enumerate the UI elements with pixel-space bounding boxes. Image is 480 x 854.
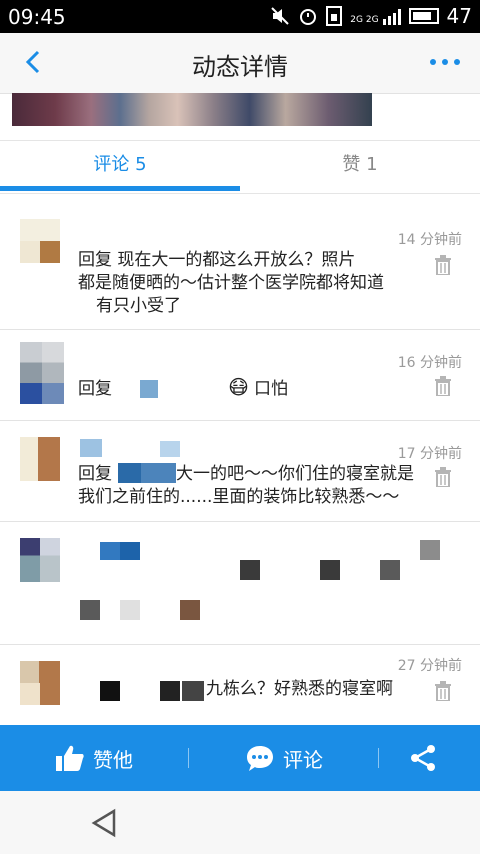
comment-line: 回复	[78, 464, 112, 484]
divider	[378, 748, 379, 768]
battery-icon	[408, 8, 439, 24]
thumbs-up-icon	[56, 745, 84, 771]
blurred-content	[182, 681, 204, 701]
like-label: 赞他	[93, 747, 133, 772]
comment-line: 都是随便晒的～估计整个医学院都将知道	[78, 273, 384, 293]
comment-line: 我们之前住的......里面的装饰比较熟悉～～	[78, 487, 400, 507]
page-title: 动态详情	[192, 53, 288, 81]
action-bar: 赞他 评论	[0, 725, 480, 791]
mute-icon	[271, 7, 289, 25]
blurred-content	[80, 600, 100, 620]
comment-time: 27 分钟前	[397, 658, 462, 674]
avatar[interactable]	[20, 437, 60, 481]
battery-level: 47	[446, 4, 472, 28]
top-app-bar: 动态详情	[0, 33, 480, 94]
comment-item[interactable]	[0, 522, 480, 645]
status-bar: 09:45 2G 2G 47	[0, 0, 480, 33]
delete-icon[interactable]	[434, 255, 452, 275]
comment-text: 回复 😷 口怕	[78, 375, 428, 401]
status-icons: 2G 2G 47	[270, 4, 472, 28]
comment-text: 回复 现在大一的都这么开放么？照片 都是随便晒的～估计整个医学院都将知道 有只小…	[78, 249, 428, 318]
blurred-content	[380, 560, 400, 580]
speech-bubble-icon	[247, 746, 273, 771]
tab-likes[interactable]: 赞 1	[240, 141, 480, 193]
comment-time: 14 分钟前	[397, 232, 462, 248]
blurred-content	[240, 560, 260, 580]
comment-label: 评论	[283, 747, 323, 772]
like-button[interactable]: 赞他	[55, 725, 133, 791]
blurred-name	[100, 542, 140, 560]
blurred-content	[160, 681, 180, 701]
share-button[interactable]	[408, 725, 438, 791]
comment-text: 九栋么？好熟悉的寝室啊	[206, 678, 426, 701]
comment-time: 17 分钟前	[397, 446, 462, 462]
blurred-content	[180, 600, 200, 620]
avatar[interactable]	[20, 342, 64, 404]
tab-indicator	[0, 186, 240, 191]
delete-icon[interactable]	[434, 376, 452, 396]
comment-line: 口怕	[254, 379, 288, 399]
sim-icon	[326, 6, 343, 26]
comment-item[interactable]: 27 分钟前 九栋么？好熟悉的寝室啊	[0, 645, 480, 725]
comment-line: 回复	[78, 379, 112, 399]
delete-icon[interactable]	[434, 681, 452, 701]
system-nav-bar	[0, 791, 480, 854]
blurred-content	[120, 600, 140, 620]
blurred-mention	[118, 463, 176, 483]
avatar[interactable]	[20, 538, 60, 582]
comment-time: 16 分钟前	[397, 355, 462, 371]
comment-item[interactable]: 17 分钟前 回复 大一的吧～～你们住的寝室就是 我们之前住的......里面的…	[0, 421, 480, 522]
more-options-icon[interactable]	[430, 59, 460, 65]
blurred-content	[320, 560, 340, 580]
alarm-icon	[300, 9, 317, 25]
comment-text: 回复 大一的吧～～你们住的寝室就是 我们之前住的......里面的装饰比较熟悉～…	[78, 463, 428, 509]
blurred-content	[420, 540, 440, 560]
divider	[188, 748, 189, 768]
post-photo[interactable]	[12, 93, 372, 126]
avatar[interactable]	[20, 661, 60, 705]
signal-icon: 2G 2G	[350, 7, 401, 25]
comment-item[interactable]: 16 分钟前 回复 😷 口怕	[0, 330, 480, 421]
comment-line: 有只小受了	[96, 296, 181, 316]
blurred-name	[160, 441, 180, 457]
nav-back-icon[interactable]	[90, 808, 118, 838]
comment-button[interactable]: 评论	[245, 725, 323, 791]
signal-label: 2G 2G	[350, 15, 379, 25]
avatar[interactable]	[20, 219, 60, 263]
comment-line: 回复 现在大一的都这么开放么？照片	[78, 250, 356, 270]
mask-emoji-icon: 😷	[228, 375, 249, 399]
delete-icon[interactable]	[434, 467, 452, 487]
blurred-mention	[140, 380, 158, 398]
blurred-name	[80, 439, 102, 457]
share-icon	[411, 745, 435, 771]
comment-line: 九栋么？好熟悉的寝室啊	[206, 679, 393, 699]
status-time: 09:45	[8, 5, 66, 29]
blurred-content	[100, 681, 120, 701]
comment-item[interactable]: 14 分钟前 回复 现在大一的都这么开放么？照片 都是随便晒的～估计整个医学院都…	[0, 205, 480, 330]
comment-line: 大一的吧～～你们住的寝室就是	[176, 464, 414, 484]
